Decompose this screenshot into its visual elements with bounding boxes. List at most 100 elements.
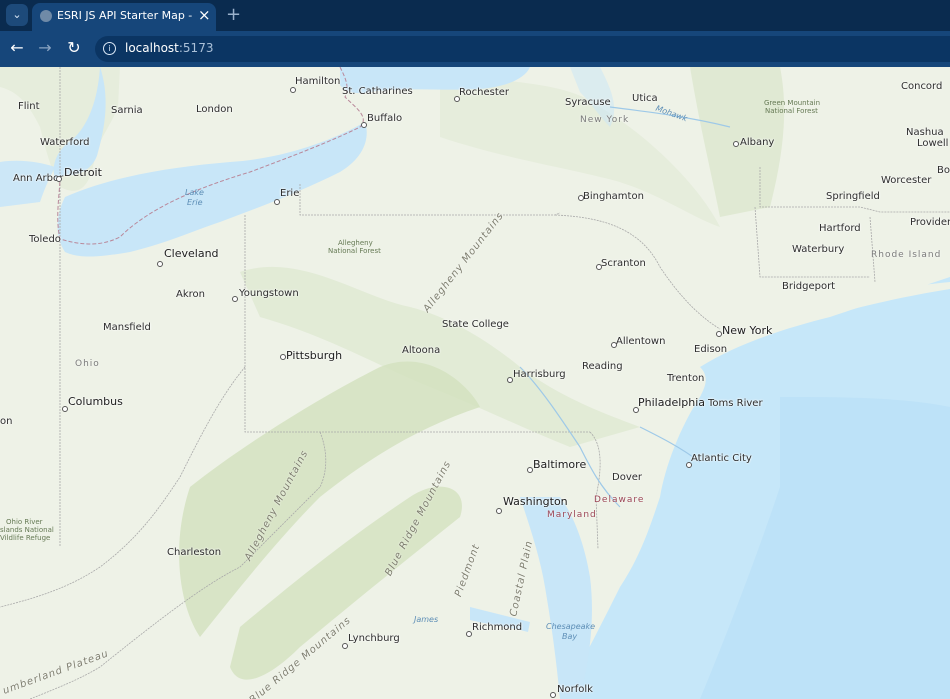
city-label: Erie	[280, 188, 300, 199]
city-dot	[62, 406, 68, 412]
city-dot	[232, 296, 238, 302]
water-label-chesapeake: Chesapeake	[546, 622, 596, 631]
city-label: Philadelphia	[638, 396, 706, 409]
park-label-green-mountain: Green Mountain	[764, 99, 821, 107]
state-label-ohio: Ohio	[75, 359, 100, 369]
city-label: Sarnia	[111, 105, 143, 116]
city-dot	[550, 692, 556, 698]
park-label-ohio-river: Ohio River	[6, 518, 43, 526]
city-label: Buffalo	[367, 113, 403, 124]
city-label: Hartford	[819, 223, 861, 234]
city-label: Reading	[582, 361, 623, 372]
city-dot	[596, 264, 602, 270]
basemap-svg	[0, 67, 950, 699]
city-label: Akron	[176, 289, 205, 300]
globe-icon	[40, 10, 52, 22]
city-label: New York	[722, 324, 773, 337]
city-label: Lynchburg	[348, 633, 400, 644]
city-label: Syracuse	[565, 97, 611, 108]
browser-chrome: ⌄ ESRI JS API Starter Map - React × + ← …	[0, 0, 950, 67]
city-label: Cleveland	[164, 247, 219, 260]
city-label: Detroit	[64, 166, 102, 179]
city-label: London	[196, 104, 233, 115]
water-label-lake-erie: Lake	[185, 188, 204, 197]
city-label: Trenton	[667, 373, 705, 384]
city-label: Bos	[937, 165, 950, 176]
city-label: Pittsburgh	[286, 349, 343, 362]
city-dot	[733, 141, 739, 147]
park-label-ohio-river: slands National	[0, 526, 54, 534]
reload-button[interactable]: ↻	[64, 38, 84, 58]
city-label: Washington	[503, 495, 568, 508]
city-label: Hamilton	[295, 76, 341, 87]
city-label: St. Catharines	[342, 86, 413, 97]
water-label-james: James	[414, 615, 439, 624]
city-label: Norfolk	[557, 684, 593, 695]
url-host: localhost	[125, 41, 179, 55]
tab-strip: ⌄ ESRI JS API Starter Map - React × +	[0, 0, 950, 31]
city-label: Altoona	[402, 345, 441, 356]
active-tab[interactable]: ESRI JS API Starter Map - React ×	[32, 3, 216, 31]
city-dot	[157, 261, 163, 267]
city-label: Mansfield	[103, 322, 151, 333]
city-label: Bridgeport	[782, 281, 836, 292]
city-dot	[466, 631, 472, 637]
park-label-allegheny-nf: Allegheny	[338, 239, 373, 247]
city-dot	[578, 195, 584, 201]
city-dot	[361, 122, 367, 128]
city-label: Richmond	[472, 622, 523, 633]
state-label-delaware: Delaware	[594, 495, 645, 505]
tab-search-button[interactable]: ⌄	[6, 4, 28, 26]
city-dot	[611, 342, 617, 348]
city-label: Atlantic City	[691, 453, 752, 464]
city-dot	[496, 508, 502, 514]
water-label-chesapeake: Bay	[562, 632, 578, 641]
city-label: Scranton	[601, 258, 646, 269]
park-label-allegheny-nf: National Forest	[328, 247, 381, 255]
city-label: Flint	[18, 101, 40, 112]
url-text[interactable]: localhost:5173	[125, 41, 213, 55]
city-label: Columbus	[68, 395, 123, 408]
city-dot	[716, 331, 722, 337]
city-dot	[507, 377, 513, 383]
park-label-ohio-river: Vildlife Refuge	[0, 534, 51, 542]
city-label: Albany	[740, 137, 775, 148]
city-label: Rochester	[459, 87, 509, 98]
city-label: Harrisburg	[513, 369, 566, 380]
city-label: Youngstown	[239, 288, 299, 299]
city-label: Worcester	[881, 175, 932, 186]
tab-close-icon[interactable]: ×	[198, 6, 211, 24]
city-label: Providen	[910, 217, 950, 228]
back-button[interactable]: ←	[7, 38, 27, 58]
map-view[interactable]: Hamilton St. Catharines Rochester Syracu…	[0, 67, 950, 699]
park-label-green-mountain: National Forest	[765, 107, 818, 115]
water-label-lake-erie: Erie	[187, 198, 203, 207]
city-dot	[527, 467, 533, 473]
city-dot	[280, 354, 286, 360]
state-label-maryland: Maryland	[547, 510, 597, 520]
city-label: Binghamton	[583, 191, 644, 202]
city-label: Toledo	[29, 234, 61, 245]
city-dot	[686, 462, 692, 468]
state-label-rhode-island: Rhode Island	[871, 250, 942, 260]
city-label: Utica	[632, 93, 658, 104]
state-label-new-york: New York	[580, 115, 630, 125]
city-dot	[633, 407, 639, 413]
site-info-icon[interactable]: i	[103, 42, 116, 55]
city-label: Baltimore	[533, 458, 587, 471]
city-label: Dover	[612, 472, 642, 483]
city-dot	[290, 87, 296, 93]
new-tab-button[interactable]: +	[226, 4, 241, 25]
city-dot	[454, 96, 460, 102]
forward-button[interactable]: →	[35, 38, 55, 58]
city-label: on	[0, 416, 13, 427]
address-bar[interactable]: i localhost:5173	[95, 36, 950, 62]
city-label: Toms River	[708, 398, 763, 409]
city-label: Nashua	[906, 127, 944, 138]
city-label: Concord	[901, 81, 943, 92]
tab-title: ESRI JS API Starter Map - React	[57, 9, 195, 22]
city-label: Waterbury	[792, 244, 845, 255]
city-label: Springfield	[826, 191, 880, 202]
city-label: Waterford	[40, 137, 90, 148]
city-dot	[56, 176, 62, 182]
